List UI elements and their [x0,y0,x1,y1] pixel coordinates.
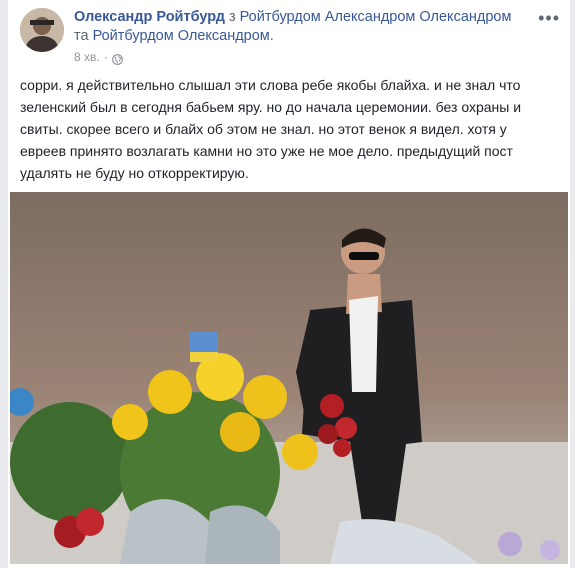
facebook-post: Олександр Ройтбурд з Ройтбурдом Александ… [8,0,570,568]
post-text: сорри. я действительно слышал эти слова … [20,77,522,181]
post-photo[interactable] [10,192,568,564]
author-avatar[interactable] [20,8,64,52]
globe-icon[interactable] [111,52,123,65]
tagged-user-1[interactable]: Ройтбурдом Александром Олександром [240,9,512,25]
photo-image [10,192,568,564]
timestamp[interactable]: 8 хв. [74,48,100,67]
tagged-user-2[interactable]: Ройтбурдом Олександром [93,28,270,44]
tag-connector-and: та [74,28,93,44]
post-header-text: Олександр Ройтбурд з Ройтбурдом Александ… [74,8,514,67]
meta-separator: · [103,50,108,64]
post-meta: 8 хв. · [74,48,514,67]
tag-connector-with: з [224,9,240,25]
avatar-image [20,8,64,52]
header-period: . [269,28,274,44]
post-header: Олександр Ройтбурд з Ройтбурдом Александ… [20,8,560,66]
more-options-icon[interactable]: ••• [538,8,560,29]
author-name[interactable]: Олександр Ройтбурд [74,9,225,25]
